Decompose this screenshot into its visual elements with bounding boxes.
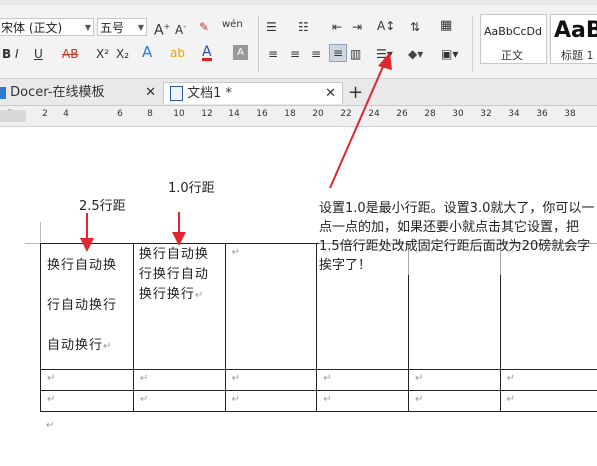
arrow-1-0-head xyxy=(172,232,186,246)
arrow-to-line-spacing-shaft xyxy=(329,61,386,189)
annotation-arrows xyxy=(80,52,392,252)
arrow-to-line-spacing-head xyxy=(378,52,392,70)
arrow-2-5-head xyxy=(80,238,94,252)
